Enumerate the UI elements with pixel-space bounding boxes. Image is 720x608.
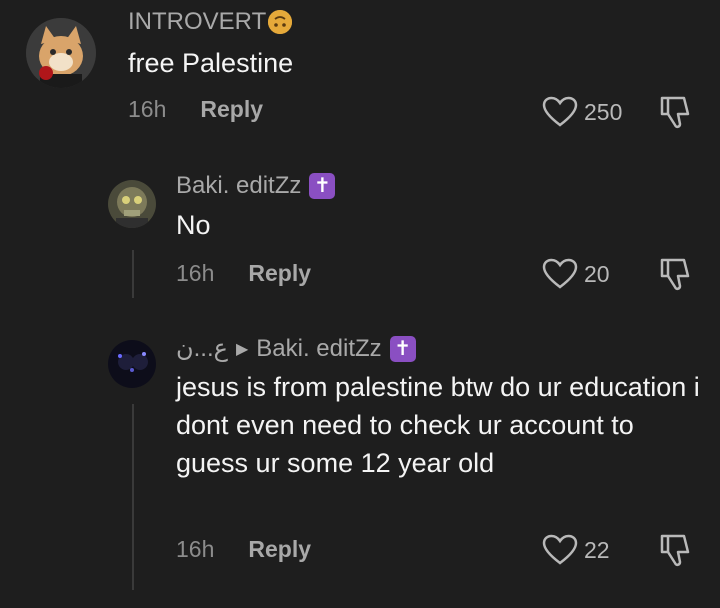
username-text: INTROVERT (128, 8, 267, 35)
reply-button[interactable]: Reply (200, 96, 263, 123)
like-count: 20 (584, 260, 610, 287)
cross-icon: ✝ (389, 335, 416, 362)
avatar[interactable] (108, 340, 156, 388)
like-count: 250 (584, 98, 623, 125)
thread-line (132, 404, 134, 590)
username[interactable]: Baki. editZz ✝ (176, 172, 336, 200)
dislike-button[interactable] (656, 256, 694, 297)
reply-to-username[interactable]: Baki. editZz (256, 335, 381, 363)
username-text: ع...ن (176, 335, 228, 362)
timestamp: 16h (176, 260, 215, 286)
comment-text: free Palestine (128, 48, 294, 78)
cross-icon: ✝ (309, 173, 336, 199)
heart-outline-icon (542, 534, 578, 565)
username-text: Baki. editZz (176, 172, 302, 199)
comment-text: jesus is from palestine btw do ur educat… (176, 372, 700, 478)
timestamp: 16h (176, 536, 215, 562)
comment-text: No (176, 210, 211, 240)
reply-button[interactable]: Reply (248, 536, 311, 563)
thumbs-down-icon (660, 96, 690, 129)
triangle-right-icon: ▶ (235, 340, 249, 358)
like-button[interactable]: 20 (542, 258, 610, 290)
thread-line (132, 250, 134, 298)
avatar[interactable] (108, 180, 156, 228)
heart-outline-icon (542, 96, 578, 127)
upside-down-smile-icon (268, 10, 293, 34)
dislike-button[interactable] (656, 94, 694, 135)
dislike-button[interactable] (656, 532, 694, 573)
username[interactable]: ع...ن ▶ Baki. editZz ✝ (176, 334, 416, 363)
comment-meta: 16h Reply (128, 96, 263, 123)
dark-avatar-image (108, 340, 156, 388)
like-count: 22 (584, 536, 610, 563)
username[interactable]: INTROVERT (128, 8, 293, 36)
avatar[interactable] (26, 18, 96, 88)
like-button[interactable]: 22 (542, 534, 610, 566)
skull-avatar-image (108, 180, 156, 228)
cat-avatar-image (26, 18, 96, 88)
heart-outline-icon (542, 258, 578, 289)
comment-meta: 16h Reply (176, 536, 311, 563)
thumbs-down-icon (660, 534, 690, 567)
comment-meta: 16h Reply (176, 260, 311, 287)
like-button[interactable]: 250 (542, 96, 622, 128)
reply-button[interactable]: Reply (248, 260, 311, 287)
thumbs-down-icon (660, 258, 690, 291)
timestamp: 16h (128, 96, 167, 122)
